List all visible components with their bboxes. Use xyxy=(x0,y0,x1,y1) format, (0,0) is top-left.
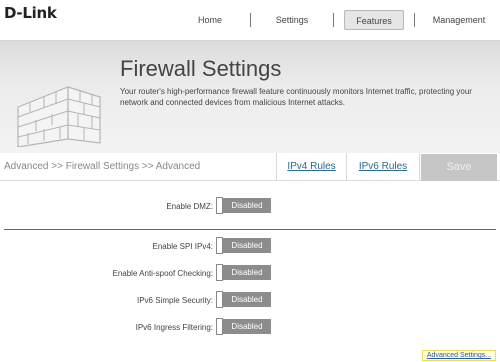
ipv6-ingress-filtering-toggle[interactable]: Disabled xyxy=(216,318,271,335)
ipv6-simple-security-label: IPv6 Simple Security: xyxy=(136,296,213,305)
nav-settings[interactable]: Settings xyxy=(266,10,318,30)
page-description: Your router's high-performance firewall … xyxy=(120,87,472,107)
breadcrumb-bar: Advanced >> Firewall Settings >> Advance… xyxy=(0,153,500,181)
brick-wall-icon xyxy=(17,86,101,147)
enable-dmz-label: Enable DMZ: xyxy=(166,202,213,211)
toggle-knob xyxy=(216,237,223,254)
save-button[interactable]: Save xyxy=(421,154,497,181)
enable-dmz-toggle[interactable]: Disabled xyxy=(216,197,271,214)
nav-features[interactable]: Features xyxy=(344,10,404,30)
enable-spi-ipv4-label: Enable SPI IPv4: xyxy=(152,242,213,251)
breadcrumb: Advanced >> Firewall Settings >> Advance… xyxy=(4,161,201,172)
nav-separator xyxy=(250,13,251,27)
toggle-knob xyxy=(216,318,223,335)
toggle-knob xyxy=(216,197,223,214)
nav-separator xyxy=(333,13,334,27)
toggle-state: Disabled xyxy=(223,292,271,307)
nav-home[interactable]: Home xyxy=(185,10,235,30)
page-title: Firewall Settings xyxy=(120,56,282,81)
ipv6-simple-security-toggle[interactable]: Disabled xyxy=(216,291,271,308)
page-banner: Firewall Settings Your router's high-per… xyxy=(0,41,500,153)
toggle-state: Disabled xyxy=(223,265,271,280)
section-divider xyxy=(4,229,496,230)
toggle-state: Disabled xyxy=(223,198,271,213)
enable-spi-ipv4-toggle[interactable]: Disabled xyxy=(216,237,271,254)
toggle-state: Disabled xyxy=(223,238,271,253)
top-navigation-bar: D-Link Home Settings Features Management xyxy=(0,0,500,41)
nav-management[interactable]: Management xyxy=(424,10,494,30)
toggle-knob xyxy=(216,291,223,308)
advanced-settings-link[interactable]: Advanced Settings... xyxy=(422,350,496,361)
nav-separator xyxy=(414,13,415,27)
ipv6-ingress-filtering-label: IPv6 Ingress Filtering: xyxy=(135,323,213,332)
toggle-knob xyxy=(216,264,223,281)
anti-spoof-label: Enable Anti-spoof Checking: xyxy=(112,269,213,278)
toggle-state: Disabled xyxy=(223,319,271,334)
anti-spoof-toggle[interactable]: Disabled xyxy=(216,264,271,281)
ipv6-rules-link[interactable]: IPv6 Rules xyxy=(346,153,420,181)
ipv4-rules-link[interactable]: IPv4 Rules xyxy=(276,153,346,181)
dlink-logo: D-Link xyxy=(4,4,57,22)
